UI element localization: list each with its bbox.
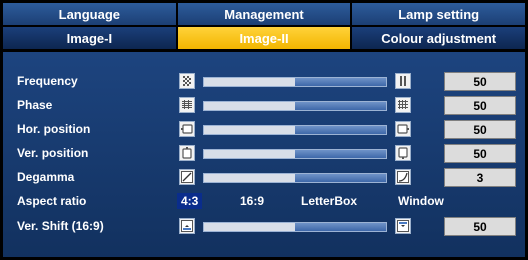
tab-row-bottom: Image-I Image-II Colour adjustment bbox=[3, 27, 526, 49]
frequency-slider[interactable] bbox=[203, 77, 387, 87]
hor-position-row: Hor. position 50 bbox=[3, 120, 525, 139]
hor-position-left-icon[interactable] bbox=[179, 121, 195, 137]
degamma-curve-icon[interactable] bbox=[395, 169, 411, 185]
ver-shift-up-icon[interactable] bbox=[395, 218, 411, 234]
aspect-ratio-label: Aspect ratio bbox=[17, 194, 87, 208]
tab-colour-adjustment[interactable]: Colour adjustment bbox=[352, 27, 526, 49]
frequency-label: Frequency bbox=[17, 74, 78, 88]
aspect-option-letterbox[interactable]: LetterBox bbox=[301, 194, 357, 208]
degamma-row: Degamma 3 bbox=[3, 168, 525, 187]
degamma-value: 3 bbox=[444, 168, 516, 187]
phase-slider[interactable] bbox=[203, 101, 387, 111]
tab-language[interactable]: Language bbox=[3, 3, 176, 25]
ver-shift-down-icon[interactable] bbox=[179, 218, 195, 234]
aspect-option-16-9[interactable]: 16:9 bbox=[240, 194, 264, 208]
ver-position-slider-fill bbox=[295, 150, 386, 158]
hor-position-label: Hor. position bbox=[17, 122, 91, 136]
phase-slider-fill bbox=[295, 102, 386, 110]
ver-position-down-icon[interactable] bbox=[179, 145, 195, 161]
degamma-slider[interactable] bbox=[203, 173, 387, 183]
settings-panel: Frequency 50 Phase 50 Hor. position 50 V… bbox=[3, 52, 525, 257]
phase-increase-icon[interactable] bbox=[395, 97, 411, 113]
degamma-linear-icon[interactable] bbox=[179, 169, 195, 185]
frequency-decrease-icon[interactable] bbox=[179, 73, 195, 89]
ver-shift-slider-fill bbox=[295, 223, 386, 231]
frequency-value: 50 bbox=[444, 72, 516, 91]
phase-row: Phase 50 bbox=[3, 96, 525, 115]
aspect-option-window[interactable]: Window bbox=[398, 194, 444, 208]
hor-position-value: 50 bbox=[444, 120, 516, 139]
osd-menu: Language Management Lamp setting Image-I… bbox=[0, 0, 528, 260]
hor-position-right-icon[interactable] bbox=[395, 121, 411, 137]
tab-image-i[interactable]: Image-I bbox=[3, 27, 176, 49]
tab-row-top: Language Management Lamp setting bbox=[3, 3, 526, 25]
aspect-option-4-3[interactable]: 4:3 bbox=[177, 193, 203, 209]
ver-position-value: 50 bbox=[444, 144, 516, 163]
ver-shift-value: 50 bbox=[444, 217, 516, 236]
aspect-ratio-row: Aspect ratio 4:3 16:9 LetterBox Window bbox=[3, 193, 525, 211]
ver-shift-slider[interactable] bbox=[203, 222, 387, 232]
phase-label: Phase bbox=[17, 98, 53, 112]
ver-position-slider[interactable] bbox=[203, 149, 387, 159]
hor-position-slider[interactable] bbox=[203, 125, 387, 135]
phase-decrease-icon[interactable] bbox=[179, 97, 195, 113]
frequency-row: Frequency 50 bbox=[3, 72, 525, 91]
ver-position-label: Ver. position bbox=[17, 146, 89, 160]
phase-value: 50 bbox=[444, 96, 516, 115]
degamma-slider-fill bbox=[295, 174, 386, 182]
frequency-slider-fill bbox=[295, 78, 386, 86]
tab-management[interactable]: Management bbox=[177, 3, 351, 25]
hor-position-slider-fill bbox=[295, 126, 386, 134]
ver-position-row: Ver. position 50 bbox=[3, 144, 525, 163]
ver-position-up-icon[interactable] bbox=[395, 145, 411, 161]
degamma-label: Degamma bbox=[17, 170, 75, 184]
ver-shift-label: Ver. Shift (16:9) bbox=[17, 219, 104, 233]
frequency-increase-icon[interactable] bbox=[395, 73, 411, 89]
ver-shift-row: Ver. Shift (16:9) 50 bbox=[3, 217, 525, 236]
tab-lamp-setting[interactable]: Lamp setting bbox=[352, 3, 526, 25]
tab-image-ii[interactable]: Image-II bbox=[177, 27, 351, 49]
